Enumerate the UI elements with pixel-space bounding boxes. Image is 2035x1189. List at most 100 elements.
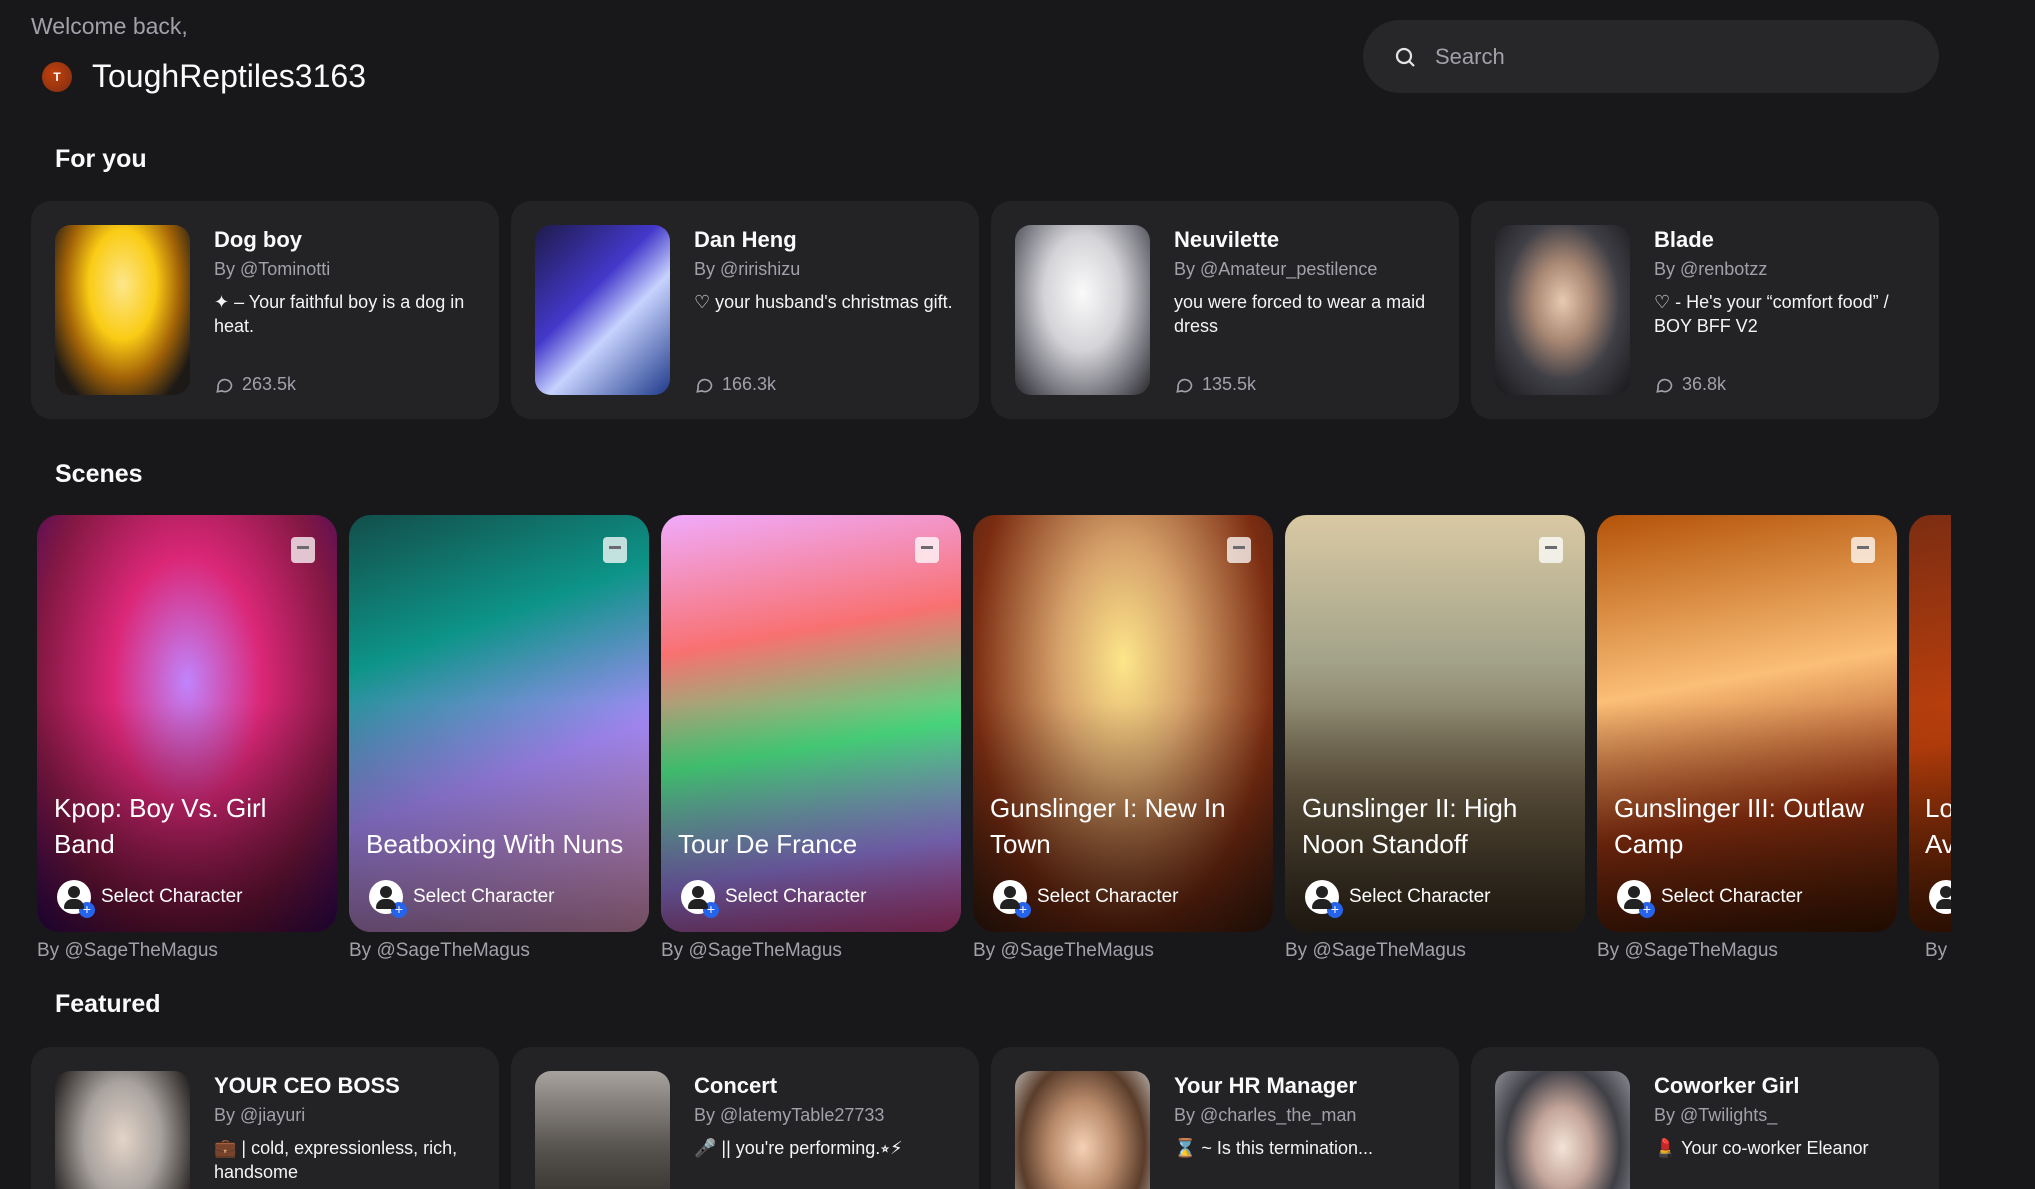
scene-author[interactable]: By @SageTheMagus xyxy=(349,940,649,962)
search-icon xyxy=(1395,47,1415,67)
scene-author[interactable]: By @SageTheMagus xyxy=(661,940,961,962)
character-avatar xyxy=(1495,1071,1630,1189)
character-author[interactable]: By @latemyTable27733 xyxy=(694,1105,955,1126)
scene-image[interactable]: Gunslinger II: High Noon Standoff + Sele… xyxy=(1285,515,1585,932)
character-name: Your HR Manager xyxy=(1174,1073,1357,1098)
scene-author[interactable]: By @SageTheMagus xyxy=(1597,940,1897,962)
scene-badge-icon xyxy=(1539,537,1563,563)
featured-row: YOUR CEO BOSS By @jiayuri 💼 | cold, expr… xyxy=(31,1047,1939,1189)
chat-count-value: 166.3k xyxy=(722,374,777,394)
scene-author[interactable]: By @SageTheMagus xyxy=(1285,940,1585,962)
character-avatar xyxy=(1015,225,1150,395)
character-avatar xyxy=(1015,1071,1150,1189)
character-card[interactable]: Concert By @latemyTable27733 🎤 || you're… xyxy=(511,1047,979,1189)
username: ToughReptiles3163 xyxy=(92,58,366,94)
select-character-label: Select Character xyxy=(725,886,867,907)
character-description: ⌛ ~ Is this termination... xyxy=(1174,1138,1373,1158)
user-profile[interactable]: T ToughReptiles3163 xyxy=(42,58,366,95)
select-character-button[interactable]: + xyxy=(1929,880,1951,914)
scene-title: Gunslinger I: New In Town xyxy=(990,793,1226,859)
character-author[interactable]: By @renbotzz xyxy=(1654,259,1915,280)
select-character-button[interactable]: + Select Character xyxy=(681,880,867,918)
scene-title: Tour De France xyxy=(678,829,858,859)
scene-badge-icon xyxy=(603,537,627,563)
scene-author[interactable]: By xyxy=(1909,940,1951,962)
scene-card[interactable]: Lo Av + By xyxy=(1909,515,1951,962)
select-character-label: Select Character xyxy=(1037,886,1179,907)
character-card[interactable]: Dog boy By @Tominotti ✦ – Your faithful … xyxy=(31,201,499,419)
scene-card[interactable]: Gunslinger II: High Noon Standoff + Sele… xyxy=(1285,515,1585,962)
character-name: Blade xyxy=(1654,227,1714,252)
character-avatar xyxy=(535,1071,670,1189)
character-description: ✦ – Your faithful boy is a dog in heat. xyxy=(214,292,465,336)
chat-bubble-icon xyxy=(216,378,233,393)
chat-bubble-icon xyxy=(1656,378,1673,393)
character-author[interactable]: By @jiayuri xyxy=(214,1105,475,1126)
scene-card[interactable]: Gunslinger I: New In Town + Select Chara… xyxy=(973,515,1273,962)
scene-badge-icon xyxy=(915,537,939,563)
select-character-button[interactable]: + Select Character xyxy=(369,880,555,918)
add-user-icon: + xyxy=(681,880,719,918)
chat-count: 135.5k xyxy=(1174,374,1256,395)
character-card[interactable]: Coworker Girl By @Twilights_ 💄 Your co-w… xyxy=(1471,1047,1939,1189)
scene-image[interactable]: Tour De France + Select Character xyxy=(661,515,961,932)
add-user-icon: + xyxy=(993,880,1031,918)
chat-bubble-icon xyxy=(696,378,713,393)
section-title-for-you: For you xyxy=(55,145,147,173)
scene-title: Gunslinger III: Outlaw Camp xyxy=(1614,793,1864,859)
character-name: Dan Heng xyxy=(694,227,797,252)
character-author[interactable]: By @Amateur_pestilence xyxy=(1174,259,1435,280)
character-card[interactable]: Your HR Manager By @charles_the_man ⌛ ~ … xyxy=(991,1047,1459,1189)
scenes-carousel[interactable]: Kpop: Boy Vs. Girl Band + Select Charact… xyxy=(37,515,1951,967)
select-character-label: Select Character xyxy=(413,886,555,907)
section-title-scenes: Scenes xyxy=(55,460,143,488)
select-character-label: Select Character xyxy=(101,886,243,907)
welcome-text: Welcome back, xyxy=(31,13,188,39)
character-description: ♡ your husband's christmas gift. xyxy=(694,292,953,312)
avatar[interactable]: T xyxy=(42,61,72,92)
scene-badge-icon xyxy=(1851,537,1875,563)
scene-card[interactable]: Tour De France + Select Character By @Sa… xyxy=(661,515,961,962)
character-card[interactable]: Dan Heng By @ririshizu ♡ your husband's … xyxy=(511,201,979,419)
character-card[interactable]: YOUR CEO BOSS By @jiayuri 💼 | cold, expr… xyxy=(31,1047,499,1189)
scene-image[interactable]: Beatboxing With Nuns + Select Character xyxy=(349,515,649,932)
scene-author[interactable]: By @SageTheMagus xyxy=(37,940,337,962)
select-character-button[interactable]: + Select Character xyxy=(57,880,243,918)
scene-image[interactable]: Gunslinger I: New In Town + Select Chara… xyxy=(973,515,1273,932)
scene-image[interactable]: Kpop: Boy Vs. Girl Band + Select Charact… xyxy=(37,515,337,932)
character-author[interactable]: By @Twilights_ xyxy=(1654,1105,1915,1126)
scene-image[interactable]: Gunslinger III: Outlaw Camp + Select Cha… xyxy=(1597,515,1897,932)
character-description: 💼 | cold, expressionless, rich, handsome xyxy=(214,1138,458,1182)
section-title-featured: Featured xyxy=(55,990,161,1018)
character-avatar xyxy=(55,1071,190,1189)
select-character-button[interactable]: + Select Character xyxy=(1617,880,1803,918)
character-card[interactable]: Blade By @renbotzz ♡ - He's your “comfor… xyxy=(1471,201,1939,419)
character-author[interactable]: By @ririshizu xyxy=(694,259,955,280)
add-user-icon: + xyxy=(369,880,407,918)
scene-title: Gunslinger II: High Noon Standoff xyxy=(1302,793,1518,859)
character-name: Dog boy xyxy=(214,227,302,252)
scene-card[interactable]: Kpop: Boy Vs. Girl Band + Select Charact… xyxy=(37,515,337,962)
scene-author[interactable]: By @SageTheMagus xyxy=(973,940,1273,962)
character-avatar xyxy=(535,225,670,395)
search-bar[interactable] xyxy=(1363,20,1939,93)
add-user-icon: + xyxy=(1305,880,1343,918)
character-description: you were forced to wear a maid dress xyxy=(1174,292,1426,336)
chat-count-value: 263.5k xyxy=(242,374,297,394)
character-name: Neuvilette xyxy=(1174,227,1280,252)
select-character-button[interactable]: + Select Character xyxy=(993,880,1179,918)
select-character-button[interactable]: + Select Character xyxy=(1305,880,1491,918)
character-name: Coworker Girl xyxy=(1654,1073,1800,1098)
add-user-icon: + xyxy=(1929,880,1951,914)
character-card[interactable]: Neuvilette By @Amateur_pestilence you we… xyxy=(991,201,1459,419)
scene-card[interactable]: Beatboxing With Nuns + Select Character … xyxy=(349,515,649,962)
select-character-label: Select Character xyxy=(1349,886,1491,907)
character-avatar xyxy=(55,225,190,395)
search-input[interactable] xyxy=(1433,42,1897,71)
character-author[interactable]: By @charles_the_man xyxy=(1174,1105,1435,1126)
chat-count-value: 36.8k xyxy=(1682,374,1727,394)
scene-card[interactable]: Gunslinger III: Outlaw Camp + Select Cha… xyxy=(1597,515,1897,962)
scene-image[interactable]: Lo Av + xyxy=(1909,515,1951,932)
scene-title: Lo Av xyxy=(1925,793,1951,859)
character-author[interactable]: By @Tominotti xyxy=(214,259,475,280)
